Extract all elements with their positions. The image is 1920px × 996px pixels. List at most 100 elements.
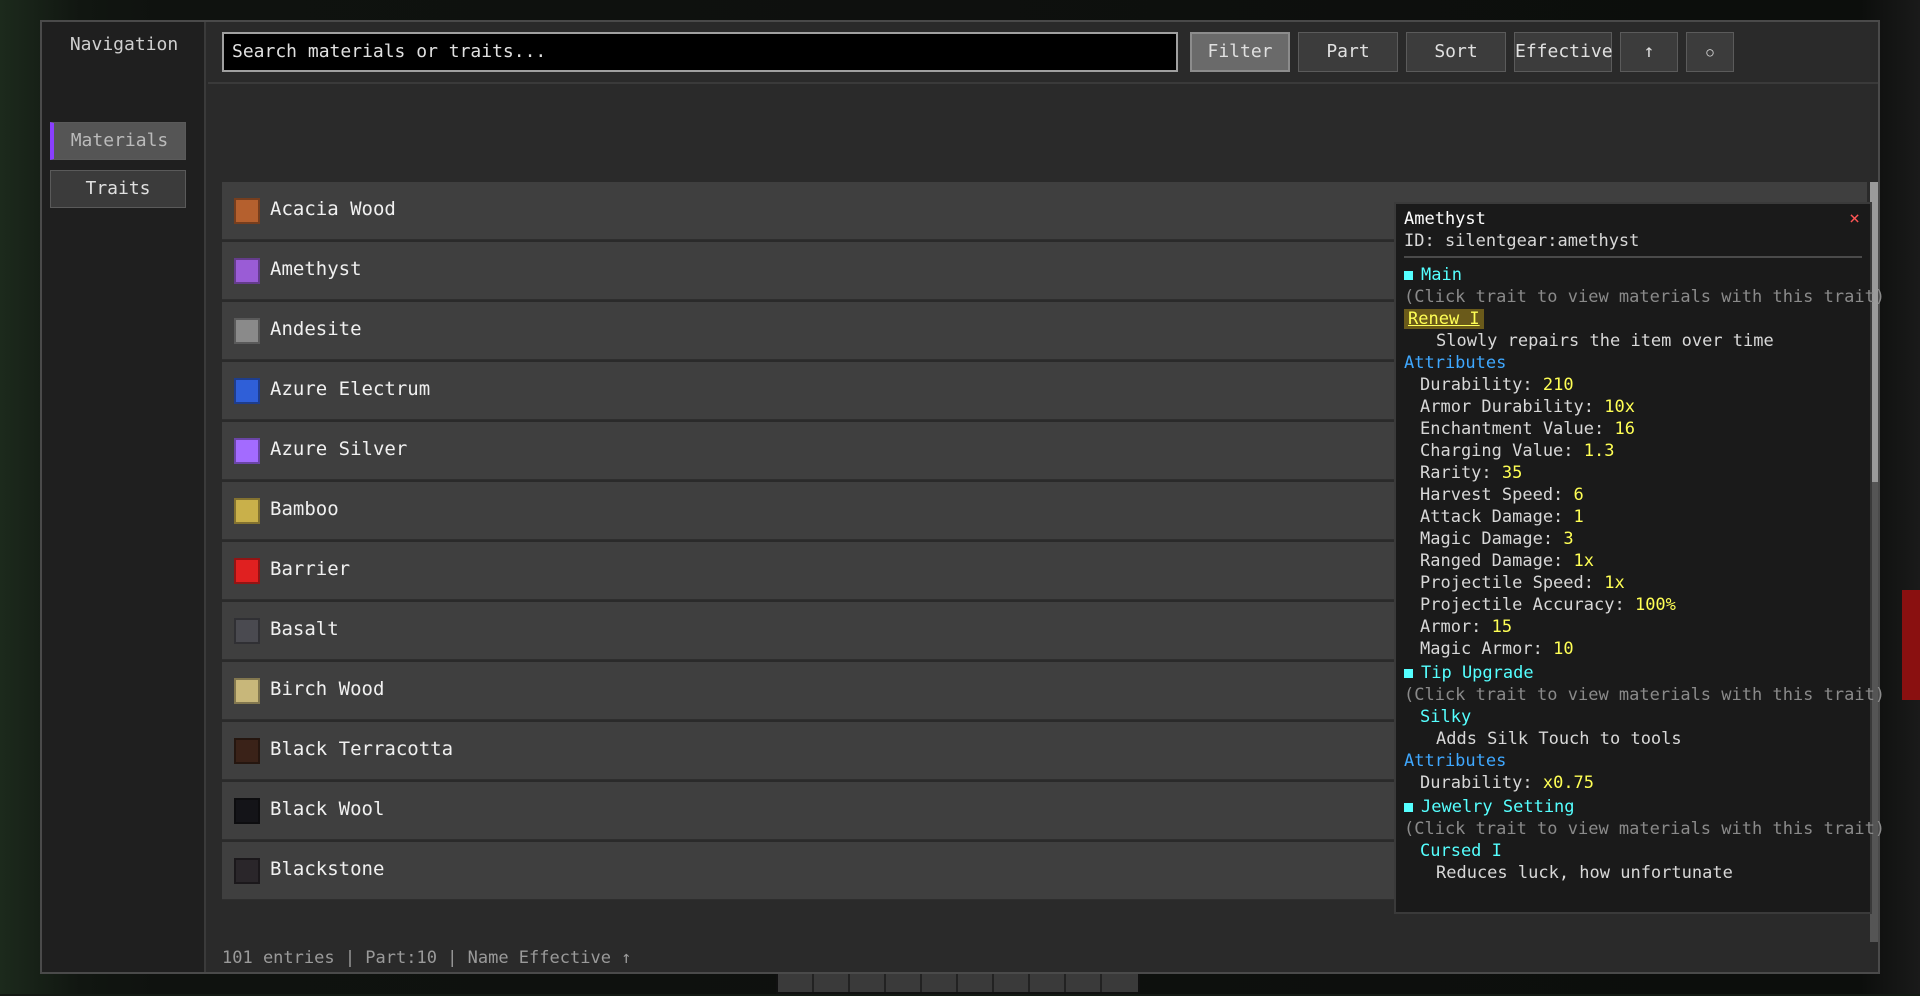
attribute-row: Charging Value: 1.3 [1404, 440, 1862, 462]
material-name: Black Terracotta [270, 738, 454, 760]
section-jewelry-hint: (Click trait to view materials with this… [1404, 819, 1886, 839]
material-name: Basalt [270, 618, 339, 640]
attribute-row: Enchantment Value: 16 [1404, 418, 1862, 440]
tip-attributes-list: Durability: x0.75 [1404, 772, 1862, 794]
attribute-label: Projectile Accuracy: [1420, 595, 1625, 615]
attribute-value: 3 [1563, 529, 1574, 549]
section-main-header: Main [1404, 264, 1862, 286]
black-wool-icon [234, 798, 260, 824]
trait-cursed-description: Reduces luck, how unfortunate [1436, 863, 1733, 883]
square-bullet-icon [1404, 668, 1413, 678]
search-input[interactable]: Search materials or traits... [222, 32, 1178, 72]
attribute-label: Magic Armor: [1420, 639, 1543, 659]
attribute-label: Projectile Speed: [1420, 573, 1594, 593]
trait-silky-description: Adds Silk Touch to tools [1436, 729, 1682, 749]
amethyst-icon [234, 258, 260, 284]
sort-direction-arrow-icon[interactable]: ↑ [1620, 32, 1678, 72]
material-name: Azure Silver [270, 438, 408, 460]
attribute-row: Durability: x0.75 [1404, 772, 1862, 794]
attribute-value: x0.75 [1542, 773, 1595, 793]
azure-silver-icon [234, 438, 260, 464]
filter-button[interactable]: Filter [1190, 32, 1290, 72]
main-attributes-header: Attributes [1404, 353, 1507, 373]
world-background-block [1902, 590, 1920, 700]
basalt-icon [234, 618, 260, 644]
attribute-row: Projectile Accuracy: 100% [1404, 594, 1862, 616]
attribute-value: 100% [1634, 595, 1676, 615]
section-main-hint: (Click trait to view materials with this… [1404, 287, 1886, 307]
attribute-label: Harvest Speed: [1420, 485, 1564, 505]
attribute-label: Armor Durability: [1420, 397, 1594, 417]
material-name: Andesite [270, 318, 362, 340]
close-icon[interactable]: × [1849, 208, 1860, 230]
attribute-label: Durability: [1420, 773, 1533, 793]
square-bullet-icon [1404, 270, 1413, 280]
bamboo-icon [234, 498, 260, 524]
material-name: Birch Wood [270, 678, 385, 700]
attribute-label: Enchantment Value: [1420, 419, 1605, 439]
material-name: Amethyst [270, 258, 362, 280]
attribute-value: 16 [1614, 419, 1635, 439]
section-jewelry-header: Jewelry Setting [1404, 796, 1862, 818]
material-name: Barrier [270, 558, 351, 580]
section-tip-hint: (Click trait to view materials with this… [1404, 685, 1886, 705]
azure-electrum-icon [234, 378, 260, 404]
barrier-icon [234, 558, 260, 584]
trait-cursed-link[interactable]: Cursed I [1404, 840, 1862, 862]
trait-renew-link[interactable]: Renew I [1404, 308, 1862, 330]
attribute-row: Magic Damage: 3 [1404, 528, 1862, 550]
material-name: Blackstone [270, 858, 385, 880]
section-tip-header: Tip Upgrade [1404, 662, 1862, 684]
material-name: Acacia Wood [270, 198, 396, 220]
attribute-value: 35 [1501, 463, 1523, 483]
square-bullet-icon [1404, 802, 1413, 812]
material-name: Black Wool [270, 798, 385, 820]
attribute-row: Durability: 210 [1404, 374, 1862, 396]
acacia-wood-icon [234, 198, 260, 224]
attribute-value: 10x [1604, 397, 1635, 417]
toggle-circle-icon[interactable]: ○ [1686, 32, 1734, 72]
attribute-label: Ranged Damage: [1420, 551, 1564, 571]
material-name: Bamboo [270, 498, 339, 520]
toolbar: Search materials or traits... Filter Par… [222, 32, 1872, 72]
attribute-label: Charging Value: [1420, 441, 1574, 461]
attribute-value: 1x [1573, 551, 1595, 571]
effective-button[interactable]: Effective [1514, 32, 1613, 72]
andesite-icon [234, 318, 260, 344]
material-detail-tooltip: Amethyst × ID: silentgear:amethyst Main … [1394, 202, 1886, 914]
birch-wood-icon [234, 678, 260, 704]
nav-materials-button[interactable]: Materials [50, 122, 186, 160]
attribute-label: Attack Damage: [1420, 507, 1564, 527]
navigation-title: Navigation [69, 34, 179, 55]
attribute-row: Armor: 15 [1404, 616, 1862, 638]
attribute-label: Rarity: [1420, 463, 1492, 483]
nav-traits-button[interactable]: Traits [50, 170, 186, 208]
navigation-panel: Navigation Materials Traits [42, 22, 206, 972]
attribute-row: Rarity: 35 [1404, 462, 1862, 484]
attribute-label: Durability: [1420, 375, 1533, 395]
part-button[interactable]: Part [1298, 32, 1398, 72]
tooltip-title: Amethyst [1404, 209, 1486, 229]
attribute-value: 210 [1542, 375, 1574, 395]
attribute-value: 1 [1573, 507, 1584, 527]
sort-button[interactable]: Sort [1406, 32, 1506, 72]
attribute-value: 6 [1573, 485, 1584, 505]
toolbar-divider [208, 82, 1878, 84]
attribute-row: Projectile Speed: 1x [1404, 572, 1862, 594]
attribute-value: 10 [1553, 639, 1574, 659]
tip-attributes-header: Attributes [1404, 751, 1507, 771]
attribute-label: Armor: [1420, 617, 1482, 637]
blackstone-icon [234, 858, 260, 884]
material-id: ID: silentgear:amethyst [1404, 231, 1640, 251]
attribute-row: Magic Armor: 10 [1404, 638, 1862, 660]
trait-renew-description: Slowly repairs the item over time [1436, 331, 1774, 351]
attribute-value: 1.3 [1583, 441, 1615, 461]
attribute-value: 1x [1604, 573, 1625, 593]
attribute-row: Attack Damage: 1 [1404, 506, 1862, 528]
attribute-row: Harvest Speed: 6 [1404, 484, 1862, 506]
black-terracotta-icon [234, 738, 260, 764]
trait-silky-link[interactable]: Silky [1404, 706, 1862, 728]
status-bar: 101 entries | Part:10 | Name Effective ↑ [222, 948, 632, 968]
attribute-value: 15 [1491, 617, 1513, 637]
attribute-label: Magic Damage: [1420, 529, 1554, 549]
